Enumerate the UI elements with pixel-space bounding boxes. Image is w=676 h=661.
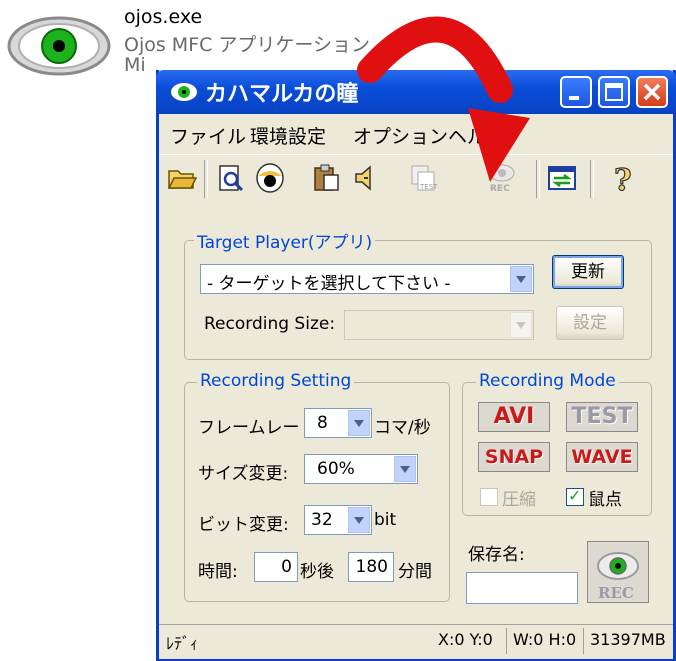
menu-settings[interactable]: 環境設定 (250, 122, 326, 149)
status-memory: 31397MB (590, 630, 666, 649)
preview-icon[interactable] (214, 162, 246, 194)
duration-input[interactable]: 180 (348, 552, 394, 582)
refresh-button[interactable]: 更新 (552, 255, 624, 289)
maximize-icon (605, 83, 623, 101)
recording-setting-title: Recording Setting (197, 371, 355, 391)
bit-value: 32 (311, 510, 333, 530)
minimize-button[interactable] (560, 76, 592, 108)
svg-text:?: ? (614, 163, 632, 194)
target-player-title: Target Player(アプリ) (194, 228, 376, 253)
minimize-icon (569, 96, 579, 100)
time-label: 時間: (198, 562, 238, 582)
compress-label: 圧縮 (502, 490, 536, 510)
rec-label: REC (598, 584, 634, 602)
cursor-checkbox[interactable] (566, 486, 584, 506)
chevron-down-icon[interactable] (510, 312, 532, 338)
rec-icon: REC (597, 552, 639, 602)
switch-window-icon[interactable] (546, 162, 578, 194)
duration-unit: 分間 (398, 562, 432, 582)
framerate-value: 8 (317, 413, 328, 433)
close-icon (643, 83, 661, 101)
eye-icon[interactable] (6, 14, 112, 78)
status-xy: X:0 Y:0 (438, 630, 493, 649)
red-arrow-icon (357, 16, 530, 182)
toolbar-separator (590, 160, 594, 198)
save-name-input[interactable] (466, 572, 578, 604)
compress-checkbox[interactable] (480, 488, 498, 506)
eye-capture-icon[interactable] (254, 162, 286, 194)
chevron-down-icon[interactable] (348, 507, 370, 533)
test-button[interactable]: TEST (566, 402, 638, 432)
file-company: Mi (124, 54, 146, 76)
delay-unit: 秒後 (300, 562, 334, 582)
framerate-unit: コマ/秒 (374, 418, 431, 438)
eye-icon (171, 83, 197, 101)
target-select-value: - ターゲットを選択して下さい - (207, 274, 451, 294)
framerate-select[interactable]: 8 (304, 408, 372, 438)
delay-input[interactable]: 0 (254, 552, 298, 582)
settings-button[interactable]: 設定 (556, 306, 624, 340)
status-separator (506, 628, 507, 654)
status-wh: W:0 H:0 (513, 630, 577, 649)
size-label: サイズ変更: (198, 464, 289, 484)
target-select[interactable]: - ターゲットを選択して下さい - (200, 264, 534, 294)
recording-size-select[interactable] (344, 310, 534, 340)
status-separator (583, 628, 584, 654)
toolbar-separator (204, 160, 208, 198)
chevron-down-icon[interactable] (394, 456, 416, 482)
maximize-button[interactable] (598, 76, 630, 108)
bit-unit: bit (374, 510, 397, 530)
menu-file[interactable]: ファイル (170, 122, 246, 149)
rec-button[interactable]: REC (587, 541, 649, 603)
bit-select[interactable]: 32 (304, 505, 372, 535)
chevron-down-icon[interactable] (348, 410, 370, 436)
save-name-label: 保存名: (468, 545, 525, 565)
snap-button[interactable]: SNAP (478, 442, 550, 472)
file-name[interactable]: ojos.exe (124, 6, 202, 28)
open-folder-icon[interactable] (166, 162, 198, 194)
close-button[interactable] (636, 76, 668, 108)
status-ready: ﾚﾃﾞｨ (166, 634, 199, 653)
size-select[interactable]: 60% (304, 454, 418, 484)
avi-button[interactable]: AVI (478, 402, 550, 432)
cursor-label: 鼠点 (588, 490, 622, 510)
recording-mode-title: Recording Mode (476, 371, 619, 391)
help-icon[interactable]: ? (608, 162, 640, 194)
bit-label: ビット変更: (198, 515, 289, 535)
chevron-down-icon[interactable] (510, 266, 532, 292)
wave-button[interactable]: WAVE (566, 442, 638, 472)
size-value: 60% (317, 459, 355, 479)
recording-size-label: Recording Size: (204, 314, 336, 334)
